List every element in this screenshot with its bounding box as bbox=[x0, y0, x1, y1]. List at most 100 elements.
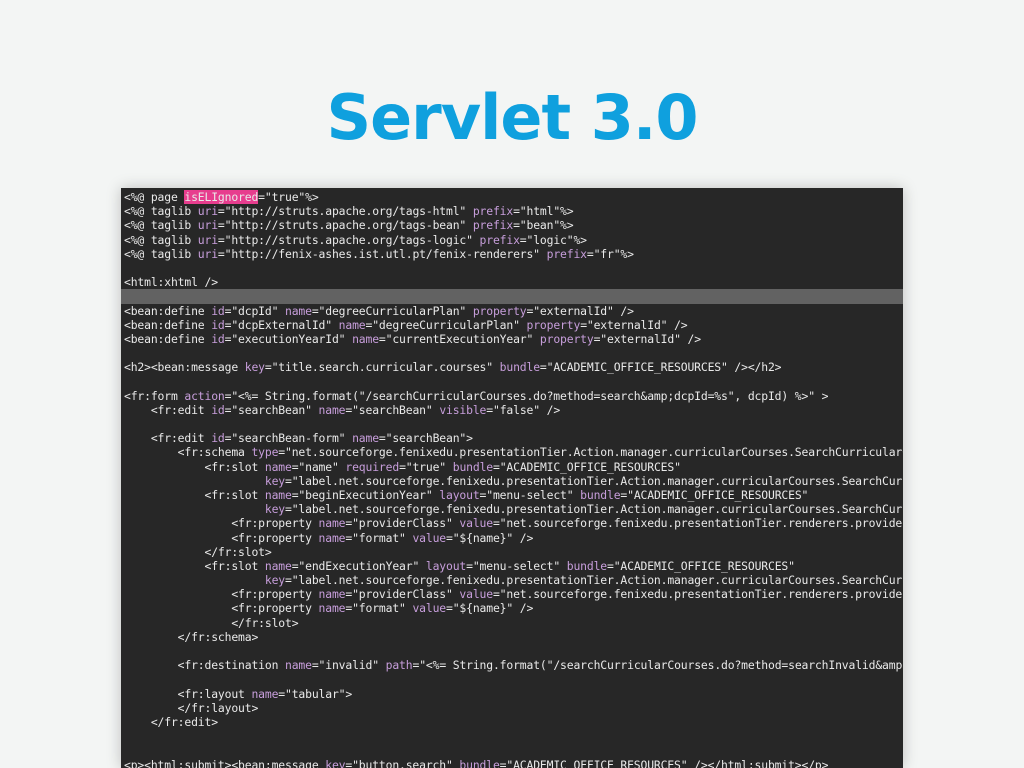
code-tag-token: ="true"%> bbox=[258, 190, 319, 204]
code-tag-token bbox=[124, 573, 265, 587]
code-value-token: ="<%= String.format("/searchCurricularCo… bbox=[224, 388, 829, 403]
code-line: <fr:property name="providerClass" value=… bbox=[121, 587, 903, 601]
code-attribute-token: visible bbox=[439, 402, 487, 417]
slide: Servlet 3.0 <%@ page isELIgnored="true"%… bbox=[0, 0, 1024, 768]
code-value-token: ="name" bbox=[291, 459, 346, 474]
code-value-token: ="net.sourceforge.fenixedu.presentationT… bbox=[278, 445, 903, 460]
code-value-token: ="label.net.sourceforge.fenixedu.present… bbox=[285, 502, 903, 517]
code-tag-token bbox=[124, 474, 265, 488]
code-attribute-token: uri bbox=[197, 232, 218, 247]
code-tag-token: <fr:slot bbox=[124, 487, 265, 502]
code-line: <p><html:submit><bean:message key="butto… bbox=[121, 758, 903, 768]
code-attribute-token: name bbox=[352, 331, 379, 346]
code-attribute-token: value bbox=[459, 587, 493, 602]
code-value-token: ="menu-select" bbox=[479, 487, 581, 502]
code-line bbox=[121, 289, 903, 304]
code-line: <bean:define id="dcpId" name="degreeCurr… bbox=[121, 304, 903, 318]
code-attribute-token: key bbox=[244, 360, 265, 375]
code-attribute-token: uri bbox=[197, 218, 218, 233]
code-value-token: ="providerClass" bbox=[345, 587, 460, 602]
code-attribute-token: property bbox=[539, 331, 594, 346]
code-value-token: ="net.sourceforge.fenixedu.presentationT… bbox=[492, 587, 903, 602]
code-value-token: ="true" bbox=[399, 459, 453, 474]
code-line: <%@ taglib uri="http://fenix-ashes.ist.u… bbox=[121, 247, 903, 261]
code-attribute-token: bundle bbox=[566, 558, 607, 573]
code-value-token: ="http://struts.apache.org/tags-bean" bbox=[217, 218, 473, 233]
code-tag-token: <fr:slot bbox=[124, 558, 265, 573]
code-line: <fr:edit id="searchBean-form" name="sear… bbox=[121, 431, 903, 445]
code-tag-token: </fr:layout> bbox=[124, 700, 259, 715]
code-line: <bean:define id="executionYearId" name="… bbox=[121, 332, 903, 346]
code-attribute-token: key bbox=[264, 473, 285, 488]
code-tag-token: <bean:define bbox=[124, 331, 212, 346]
code-line: <fr:property name="format" value="${name… bbox=[121, 601, 903, 615]
code-line: key="label.net.sourceforge.fenixedu.pres… bbox=[121, 474, 903, 488]
code-line: <%@ taglib uri="http://struts.apache.org… bbox=[121, 204, 903, 218]
code-line: <html:xhtml /> bbox=[121, 275, 903, 289]
code-line: <fr:slot name="beginExecutionYear" layou… bbox=[121, 488, 903, 502]
code-tag-token: <html:xhtml /> bbox=[124, 275, 218, 290]
code-value-token: ="searchBean" bbox=[224, 402, 319, 417]
code-attribute-token: name bbox=[318, 587, 346, 602]
code-attribute-token: value bbox=[459, 516, 493, 531]
code-value-token: ="format" bbox=[345, 530, 413, 545]
code-value-token: ="ACADEMIC_OFFICE_RESOURCES" /></h2> bbox=[539, 360, 782, 375]
code-line: <fr:destination name="invalid" path="<%=… bbox=[121, 658, 903, 672]
code-value-token: ="${name}" /> bbox=[446, 530, 534, 545]
code-value-token: ="executionYearId" bbox=[224, 331, 353, 346]
code-attribute-token: id bbox=[211, 402, 225, 417]
code-tag-token: <%@ taglib bbox=[124, 232, 198, 247]
code-tag-token: <%@ taglib bbox=[124, 246, 198, 261]
code-tag-token: <fr:destination bbox=[124, 658, 285, 673]
code-value-token: ="ACADEMIC_OFFICE_RESOURCES" bbox=[607, 558, 795, 573]
code-value-token: ="beginExecutionYear" bbox=[291, 487, 440, 502]
code-attribute-token: name bbox=[264, 558, 292, 573]
code-attribute-token: id bbox=[211, 331, 225, 346]
code-attribute-token: name bbox=[318, 530, 346, 545]
code-attribute-token: prefix bbox=[479, 232, 520, 247]
code-attribute-token: prefix bbox=[472, 218, 514, 233]
code-tag-token: <fr:property bbox=[124, 587, 319, 602]
code-line: <%@ taglib uri="http://struts.apache.org… bbox=[121, 218, 903, 232]
code-editor-screenshot: <%@ page isELIgnored="true"%> <%@ taglib … bbox=[121, 188, 903, 768]
code-line: <fr:slot name="name" required="true" bun… bbox=[121, 460, 903, 474]
code-line: </fr:slot> bbox=[121, 616, 903, 630]
code-attribute-token: required bbox=[345, 459, 400, 474]
code-value-token: ="html"%> bbox=[513, 204, 574, 219]
code-tag-token: <fr:edit bbox=[124, 402, 212, 417]
code-attribute-token: action bbox=[184, 388, 225, 403]
code-value-token: ="externalId" /> bbox=[580, 317, 688, 332]
code-line: <fr:form action="<%= String.format("/sea… bbox=[121, 389, 903, 403]
code-attribute-token: name bbox=[352, 431, 379, 446]
code-value-token: ="http://struts.apache.org/tags-logic" bbox=[217, 232, 480, 247]
code-value-token: ="menu-select" bbox=[466, 558, 567, 573]
code-value-token: ="degreeCurricularPlan" bbox=[311, 303, 473, 318]
code-tag-token: <fr:property bbox=[124, 530, 319, 545]
code-line: <fr:layout name="tabular"> bbox=[121, 687, 903, 701]
code-line: </fr:edit> bbox=[121, 715, 903, 729]
code-tag-token bbox=[124, 502, 265, 516]
code-value-token: ="button.search" bbox=[345, 757, 460, 768]
code-line: <%@ page isELIgnored="true"%> bbox=[121, 190, 903, 204]
code-value-token: ="dcpExternalId" bbox=[224, 317, 339, 332]
code-attribute-token: id bbox=[211, 317, 225, 332]
slide-title: Servlet 3.0 bbox=[326, 81, 698, 154]
code-tag-token: <fr:layout bbox=[124, 686, 252, 701]
code-line: <bean:define id="dcpExternalId" name="de… bbox=[121, 318, 903, 332]
code-value-token: ="http://fenix-ashes.ist.utl.pt/fenix-re… bbox=[217, 246, 547, 261]
code-value-token: ="false" /> bbox=[486, 402, 561, 417]
code-attribute-token: uri bbox=[197, 246, 218, 261]
code-attribute-token: bundle bbox=[459, 757, 500, 768]
code-tag-token: <bean:define bbox=[124, 303, 212, 318]
code-value-token: ="http://struts.apache.org/tags-html" bbox=[217, 204, 473, 219]
code-attribute-token: name bbox=[285, 658, 312, 673]
code-value-token: ="ACADEMIC_OFFICE_RESOURCES" bbox=[620, 487, 809, 502]
code-value-token: ="${name}" /> bbox=[446, 601, 534, 616]
code-value-token: ="ACADEMIC_OFFICE_RESOURCES" bbox=[492, 459, 681, 474]
code-attribute-token: prefix bbox=[546, 246, 587, 261]
code-tag-token: <fr:schema bbox=[124, 445, 252, 460]
